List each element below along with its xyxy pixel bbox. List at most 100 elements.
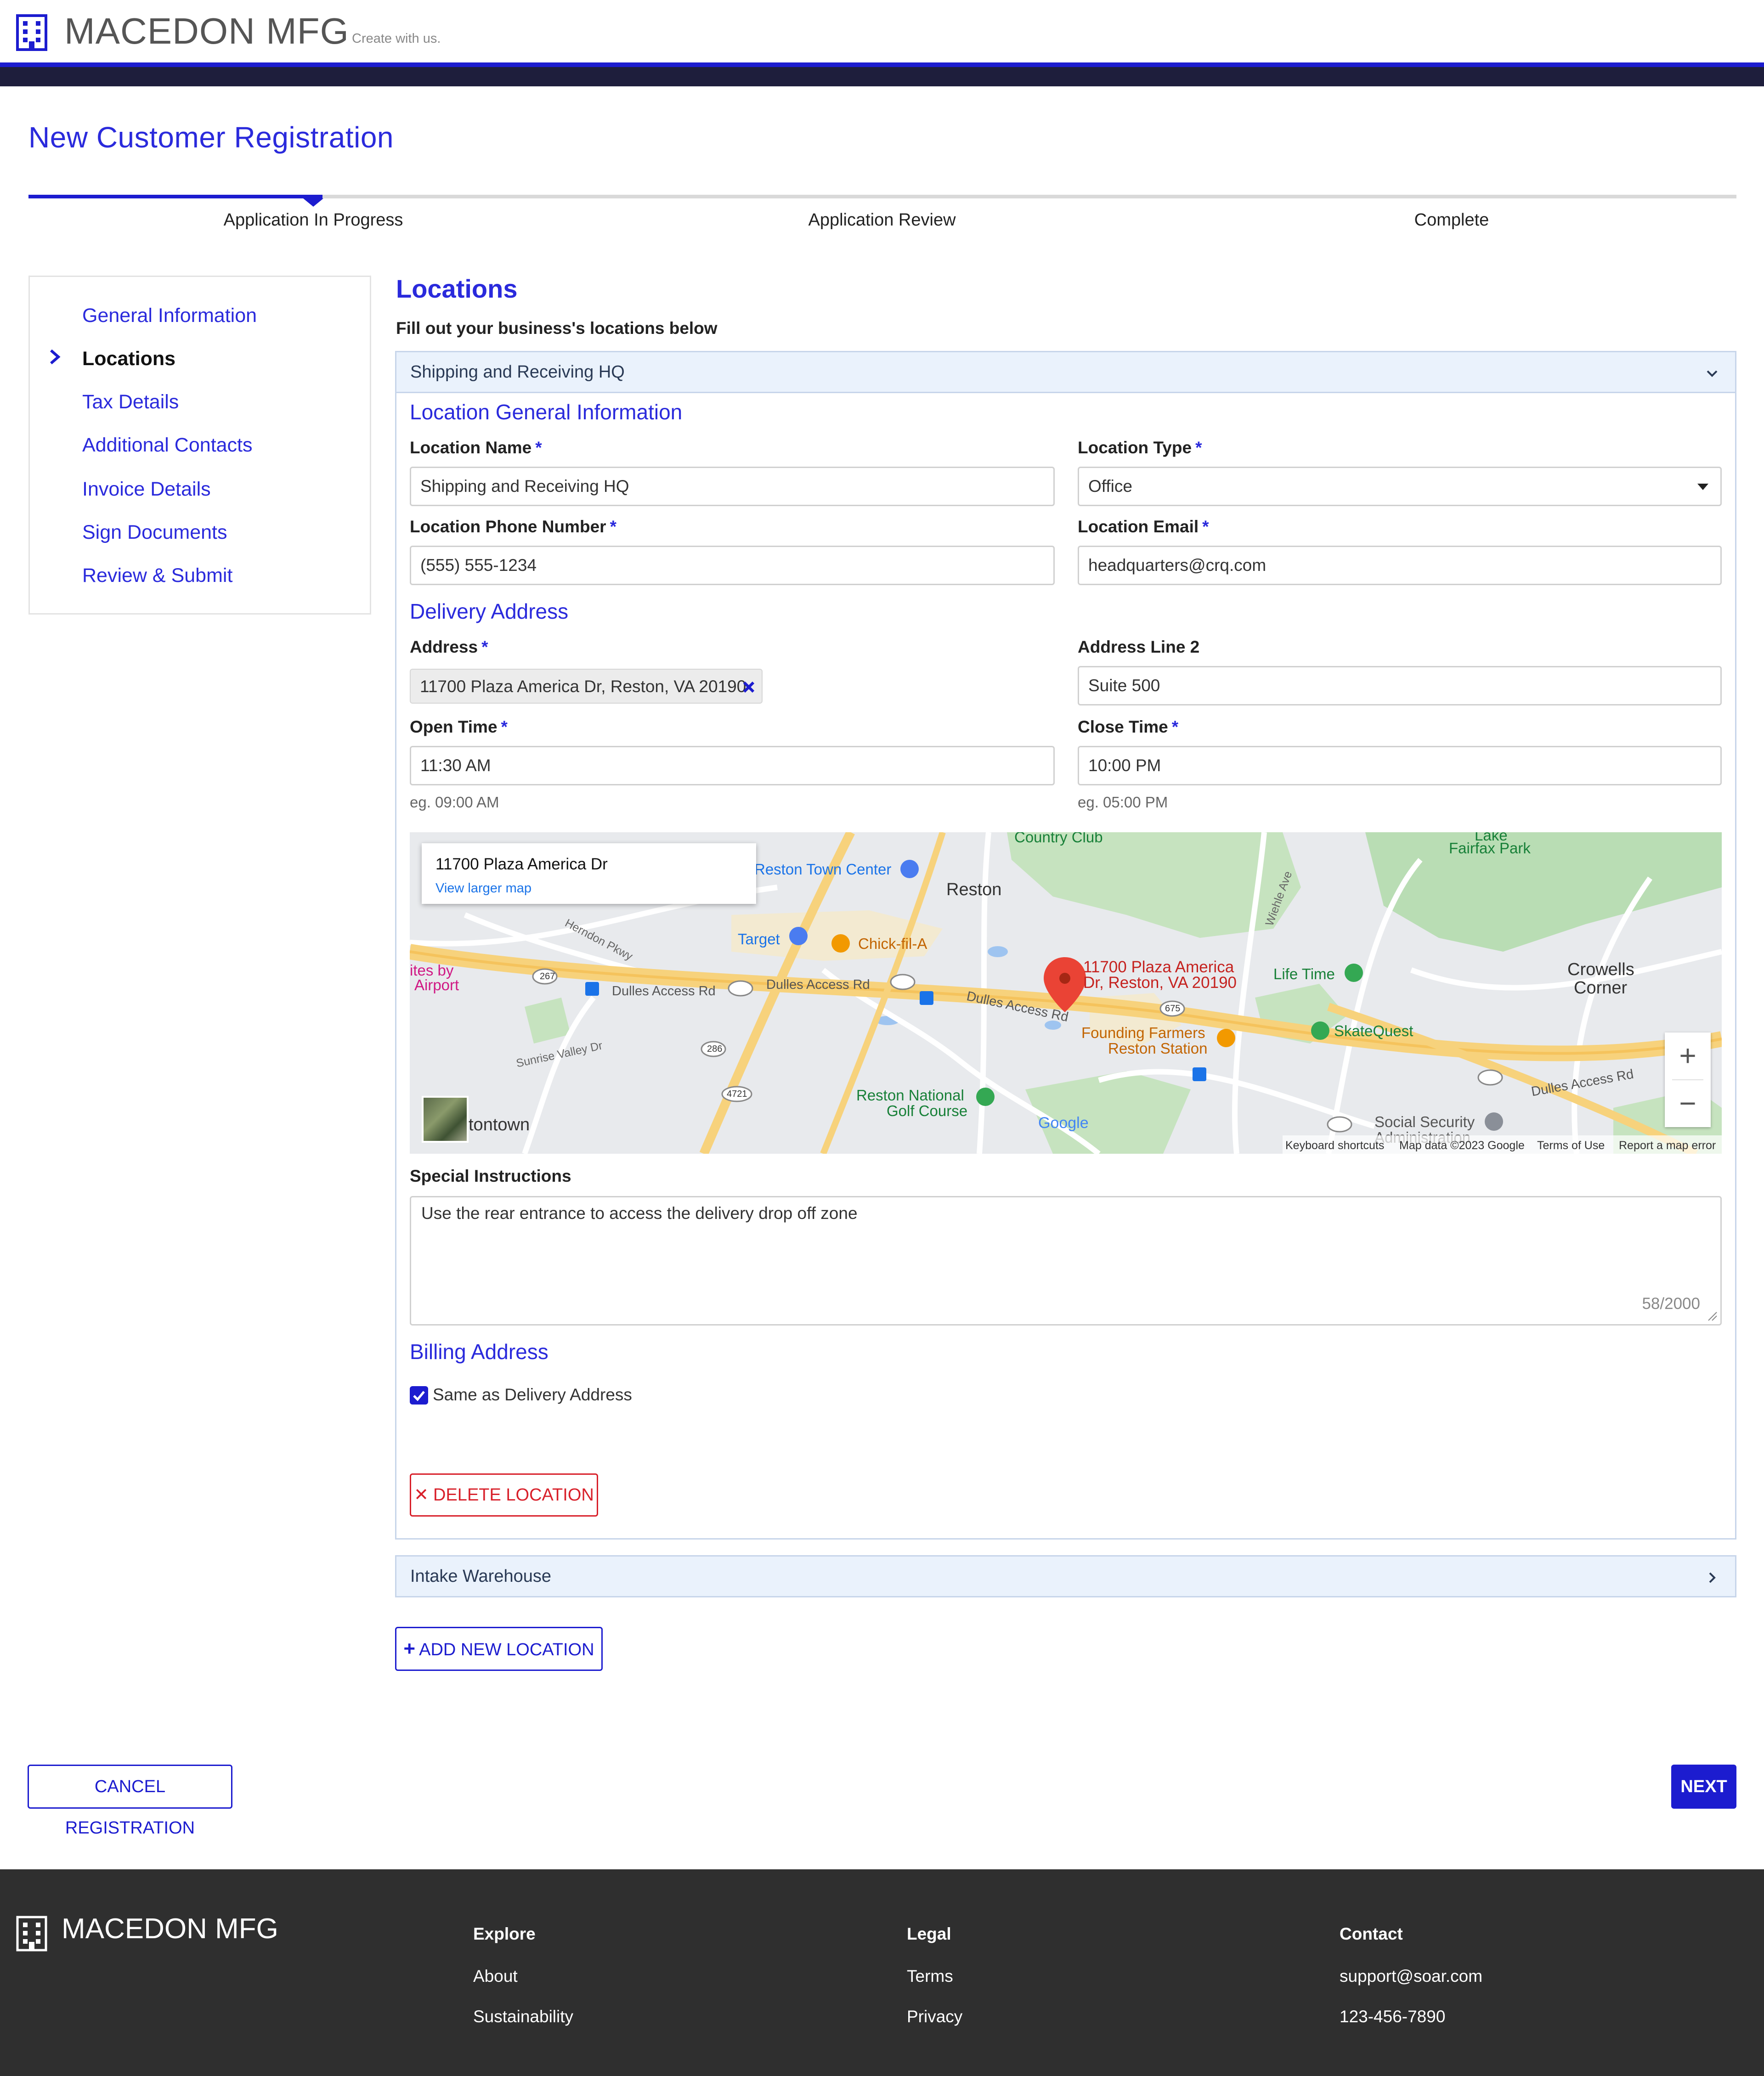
map-shield-286: 286: [707, 1044, 723, 1054]
close-time-hint: eg. 05:00 PM: [1078, 794, 1168, 811]
stepper-progress-fill: [28, 195, 322, 198]
terms-of-use-link[interactable]: Terms of Use: [1537, 1139, 1605, 1152]
map-label-lake-fairfax-2: Fairfax Park: [1449, 840, 1531, 857]
stepper-current-marker: [303, 198, 323, 207]
special-instructions-text: Use the rear entrance to access the deli…: [421, 1204, 858, 1223]
add-new-location-button[interactable]: + ADD NEW LOCATION: [395, 1627, 603, 1671]
map-label-tontown: tontown: [469, 1115, 530, 1134]
header-dark-bar: [0, 67, 1764, 86]
map-label-social-security-1: Social Security: [1374, 1113, 1475, 1130]
location-general-heading: Location General Information: [410, 400, 683, 424]
cancel-registration-button[interactable]: CANCEL REGISTRATION: [28, 1765, 232, 1838]
chevron-right-icon: [50, 349, 61, 365]
same-as-delivery-label[interactable]: Same as Delivery Address: [433, 1385, 632, 1405]
footer-heading-legal: Legal: [907, 1924, 951, 1943]
satellite-toggle[interactable]: [422, 1096, 469, 1143]
open-time-hint: eg. 09:00 AM: [410, 794, 499, 811]
map-label-skatequest: SkateQuest: [1334, 1022, 1413, 1039]
map-pin-label-2: Dr, Reston, VA 20190: [1083, 974, 1237, 992]
location-type-select[interactable]: Office: [1078, 467, 1722, 506]
location-email-input[interactable]: [1078, 546, 1722, 585]
footer-link-terms[interactable]: Terms: [907, 1967, 953, 1986]
nav-general-information[interactable]: General Information: [82, 305, 257, 327]
resize-handle-icon[interactable]: [1707, 1310, 1718, 1321]
section-nav: General Information Locations Tax Detail…: [28, 276, 371, 615]
page-title: New Customer Registration: [28, 121, 394, 154]
map-label-reston-national-1: Reston National: [856, 1087, 964, 1104]
map-label-reston-national-2: Golf Course: [887, 1102, 968, 1119]
caret-down-icon: [1697, 484, 1708, 490]
map-label-chick-fil-a: Chick-fil-A: [858, 935, 927, 952]
nav-invoice-details[interactable]: Invoice Details: [82, 478, 211, 501]
close-time-label: Close Time *: [1078, 717, 1179, 736]
delivery-address-heading: Delivery Address: [410, 599, 569, 623]
map-zoom-controls: + −: [1665, 1032, 1711, 1127]
delete-location-button[interactable]: ✕ DELETE LOCATION: [410, 1473, 598, 1517]
footer-contact-email[interactable]: support@soar.com: [1340, 1967, 1482, 1986]
address-label: Address *: [410, 637, 488, 656]
view-larger-map-link[interactable]: View larger map: [435, 881, 531, 896]
map-label-crowells-1: Crowells: [1567, 960, 1634, 979]
nav-tax-details[interactable]: Tax Details: [82, 391, 179, 413]
map-card-title: 11700 Plaza America Dr: [435, 855, 608, 873]
building-icon: [16, 1916, 47, 1952]
close-icon[interactable]: [741, 679, 757, 695]
map-shield-4721: 4721: [727, 1089, 747, 1099]
close-icon: ✕: [414, 1485, 429, 1505]
footer-heading-explore: Explore: [473, 1924, 536, 1943]
footer-link-sustainability[interactable]: Sustainability: [473, 2007, 573, 2026]
zoom-in-button[interactable]: +: [1665, 1032, 1711, 1078]
accordion-title-2: Intake Warehouse: [410, 1567, 551, 1586]
footer-link-privacy[interactable]: Privacy: [907, 2007, 962, 2026]
zoom-out-button[interactable]: −: [1665, 1080, 1711, 1126]
checkmark-icon: [413, 1391, 425, 1401]
map-label-target: Target: [738, 931, 780, 948]
address-line-2-input[interactable]: [1078, 666, 1722, 705]
map-label-life-time: Life Time: [1273, 965, 1335, 982]
add-new-location-label: ADD NEW LOCATION: [419, 1640, 594, 1659]
site-footer: MACEDON MFG Explore About Sustainability…: [0, 1869, 1764, 2076]
address-chip-text: 11700 Plaza America Dr, Reston, VA 20190: [420, 677, 746, 696]
character-counter: 58/2000: [1642, 1295, 1700, 1313]
map-label-founding-farmers-2: Reston Station: [1108, 1040, 1208, 1057]
map-label-reston: Reston: [946, 880, 1002, 899]
step-application-review: Application Review: [808, 210, 956, 230]
location-phone-input[interactable]: [410, 546, 1055, 585]
nav-sign-documents[interactable]: Sign Documents: [82, 521, 227, 544]
brand-tagline: Create with us.: [352, 31, 441, 46]
map-label-country-club: Country Club: [1014, 832, 1103, 846]
map-label-dulles-2: Dulles Access Rd: [766, 977, 870, 992]
map-label-founding-farmers-1: Founding Farmers: [1081, 1024, 1205, 1041]
address-chip[interactable]: 11700 Plaza America Dr, Reston, VA 20190: [410, 669, 763, 704]
chevron-right-icon: [1709, 1572, 1716, 1583]
open-time-label: Open Time *: [410, 717, 508, 736]
report-map-error-link[interactable]: Report a map error: [1619, 1139, 1716, 1152]
section-title: Locations: [396, 274, 518, 303]
billing-address-heading: Billing Address: [410, 1340, 548, 1364]
map-data-credit: Map data ©2023 Google: [1399, 1139, 1525, 1152]
nav-locations[interactable]: Locations: [82, 348, 175, 370]
footer-contact-phone[interactable]: 123-456-7890: [1340, 2007, 1445, 2026]
keyboard-shortcuts-link[interactable]: Keyboard shortcuts: [1285, 1139, 1384, 1152]
location-name-input[interactable]: [410, 467, 1055, 506]
nav-review-submit[interactable]: Review & Submit: [82, 564, 232, 587]
open-time-input[interactable]: [410, 746, 1055, 785]
map-label-suites-2: Airport: [414, 976, 459, 993]
map-shield-267: 267: [540, 971, 555, 982]
location-accordion-header[interactable]: Shipping and Receiving HQ: [395, 351, 1736, 393]
footer-link-about[interactable]: About: [473, 1967, 518, 1986]
header-accent-bar: [0, 62, 1764, 67]
location-accordion-header-2[interactable]: Intake Warehouse: [395, 1555, 1736, 1597]
map-label-crowells-2: Corner: [1574, 978, 1628, 998]
brand-name[interactable]: MACEDON MFG: [64, 10, 349, 52]
nav-additional-contacts[interactable]: Additional Contacts: [82, 434, 253, 457]
google-logo: Google: [1038, 1114, 1089, 1132]
step-application-in-progress: Application In Progress: [223, 210, 403, 230]
delete-location-label: DELETE LOCATION: [433, 1485, 594, 1505]
special-instructions-textarea[interactable]: Use the rear entrance to access the deli…: [410, 1196, 1722, 1326]
close-time-input[interactable]: [1078, 746, 1722, 785]
same-as-delivery-checkbox[interactable]: [410, 1386, 428, 1405]
next-button[interactable]: NEXT: [1671, 1765, 1736, 1809]
step-complete: Complete: [1414, 210, 1489, 230]
location-map[interactable]: Reston Reston Town Center Target Chick-f…: [410, 832, 1722, 1154]
